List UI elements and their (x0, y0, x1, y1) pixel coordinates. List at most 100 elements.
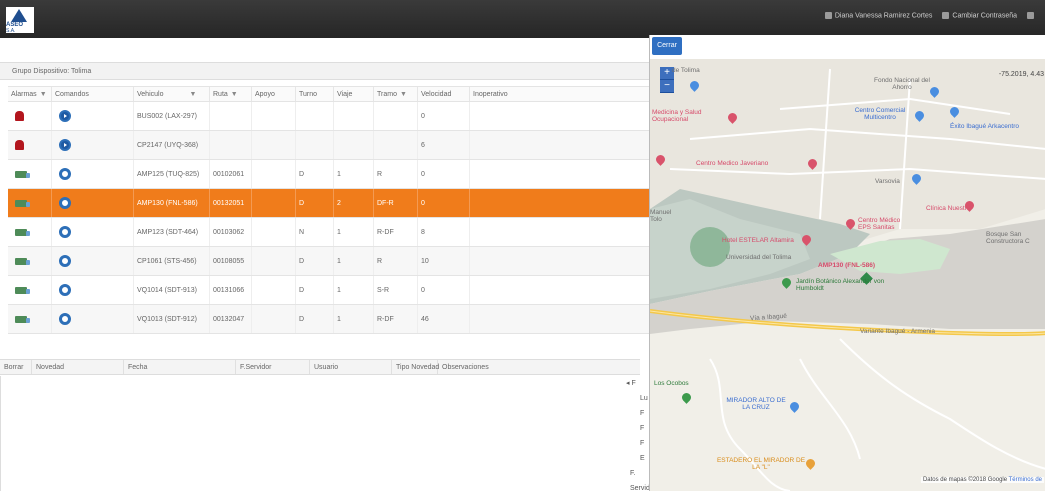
map-label: Centro Médico EPS Sanitas (858, 217, 901, 231)
support-cell (252, 102, 296, 130)
command-ring-icon[interactable] (59, 226, 71, 238)
map-attribution: Datos de mapas ©2018 Google Términos de (920, 477, 1044, 483)
support-cell (252, 189, 296, 217)
table-row[interactable]: AMP123 (SDT-464) 00103062 N 1 R-DF 8 (8, 218, 654, 247)
segment-cell: S-R (374, 276, 418, 304)
inoperative-cell (470, 218, 654, 246)
vehicle-cell: BUS002 (LAX-297) (134, 102, 210, 130)
col-delete[interactable]: Borrar (0, 360, 32, 374)
col-segment[interactable]: Tramo ▼ (374, 87, 418, 101)
col-route[interactable]: Ruta ▼ (210, 87, 252, 101)
alarm-bell-icon (15, 111, 24, 121)
command-cell (52, 131, 134, 159)
device-table-header: Alarmas ▼ Comandos Vehiculo ▼ Ruta ▼ Apoyo … (8, 86, 654, 102)
change-password-link[interactable]: Cambiar Contraseña (942, 12, 1017, 19)
map-view[interactable]: + − -75.2019, 4.43 de Tolima Fondo Nacio… (650, 59, 1045, 491)
trip-cell: 1 (334, 305, 374, 333)
table-row[interactable]: VQ1014 (SDT-913) 00131066 D 1 S-R 0 (8, 276, 654, 305)
map-label: Éxito Ibagué Arkacentro (950, 123, 1020, 130)
alarm-cell (8, 102, 52, 130)
filter-icon[interactable]: ▼ (189, 91, 196, 98)
map-modal: Cerrar + − -75.2019, 4.43 de Tolima Fond… (649, 35, 1045, 491)
close-button[interactable]: Cerrar (652, 37, 682, 55)
table-row[interactable]: AMP125 (TUQ-825) 00102061 D 1 R 0 (8, 160, 654, 189)
inoperative-cell (470, 305, 654, 333)
terms-link[interactable]: Términos de (1009, 477, 1042, 483)
route-cell (210, 102, 252, 130)
command-ring-icon[interactable] (59, 313, 71, 325)
map-label: Bosque San Constructora C (986, 231, 1030, 245)
vehicle-cell: CP2147 (UYQ-368) (134, 131, 210, 159)
col-trip[interactable]: Viaje (334, 87, 374, 101)
vehicle-cell: VQ1013 (SDT-912) (134, 305, 210, 333)
filter-icon[interactable]: ▼ (40, 91, 47, 98)
shift-cell (296, 131, 334, 159)
table-row[interactable]: CP2147 (UYQ-368) 6 (8, 131, 654, 160)
col-date[interactable]: Fecha (124, 360, 236, 374)
map-label: Medicina y Salud Ocupacional (652, 109, 702, 123)
shift-cell (296, 102, 334, 130)
user-icon (824, 12, 832, 19)
send-command-icon[interactable] (59, 110, 71, 122)
col-shift[interactable]: Turno (296, 87, 334, 101)
command-ring-icon[interactable] (59, 197, 71, 209)
truck-icon (15, 286, 30, 294)
trip-cell: 1 (334, 218, 374, 246)
group-title: Grupo Dispositivo: Tolima (0, 62, 660, 80)
shift-cell: D (296, 160, 334, 188)
col-event[interactable]: Novedad (32, 360, 124, 374)
command-ring-icon[interactable] (59, 255, 71, 267)
user-area: Diana Vanessa Ramirez Cortes Cambiar Con… (824, 12, 1037, 19)
route-cell: 00131066 (210, 276, 252, 304)
alarm-cell (8, 247, 52, 275)
col-user[interactable]: Usuario (310, 360, 392, 374)
col-event-type[interactable]: Tipo Novedad (392, 360, 439, 374)
col-observations[interactable]: Observaciones (438, 360, 640, 374)
app-root: ASEO S.A. Diana Vanessa Ramirez Cortes C… (0, 0, 1045, 491)
table-row[interactable]: CP1061 (STS-456) 00108055 D 1 R 10 (8, 247, 654, 276)
table-row[interactable]: BUS002 (LAX-297) 0 (8, 102, 654, 131)
route-cell (210, 131, 252, 159)
command-cell (52, 276, 134, 304)
command-ring-icon[interactable] (59, 284, 71, 296)
filter-icon[interactable]: ▼ (400, 91, 407, 98)
table-row[interactable]: AMP130 (FNL-586) 00132051 D 2 DF-R 0 (8, 189, 654, 218)
map-label: Fondo Nacional del Ahorro (873, 77, 930, 91)
col-vehicle[interactable]: Vehiculo ▼ (134, 87, 210, 101)
road-label: Variante Ibagué - Armenia (860, 328, 936, 335)
map-label: de Tolima (672, 67, 700, 74)
send-command-icon[interactable] (59, 139, 71, 151)
alarm-cell (8, 218, 52, 246)
speed-cell: 8 (418, 218, 470, 246)
col-support[interactable]: Apoyo (252, 87, 296, 101)
col-inoperative[interactable]: Inoperativo (470, 87, 654, 101)
table-row[interactable]: VQ1013 (SDT-912) 00132047 D 1 R-DF 46 (8, 305, 654, 334)
col-server-date[interactable]: F.Servidor (236, 360, 310, 374)
segment-cell: DF-R (374, 189, 418, 217)
support-cell (252, 218, 296, 246)
command-ring-icon[interactable] (59, 168, 71, 180)
shift-cell: N (296, 218, 334, 246)
collapse-arrow-icon[interactable]: ◂ (626, 380, 630, 387)
zoom-out-button[interactable]: − (660, 80, 674, 93)
speed-cell: 0 (418, 189, 470, 217)
map-label: Centro Comercial Multicentro (854, 107, 906, 121)
col-commands[interactable]: Comandos (52, 87, 134, 101)
shift-cell: D (296, 247, 334, 275)
alarm-cell (8, 276, 52, 304)
truck-icon (15, 170, 30, 178)
inoperative-cell (470, 276, 654, 304)
device-table-body: BUS002 (LAX-297) 0 CP2147 (UYQ-368) 6 AMP125… (8, 102, 654, 334)
settings-menu[interactable] (1027, 12, 1037, 19)
col-speed[interactable]: Velocidad (418, 87, 470, 101)
command-cell (52, 160, 134, 188)
trip-cell (334, 131, 374, 159)
vehicle-marker-label: AMP130 (FNL-586) (818, 262, 876, 269)
filter-icon[interactable]: ▼ (231, 91, 238, 98)
col-alarms[interactable]: Alarmas ▼ (8, 87, 52, 101)
user-menu[interactable]: Diana Vanessa Ramirez Cortes (824, 12, 932, 19)
alarm-cell (8, 305, 52, 333)
command-cell (52, 247, 134, 275)
trip-cell (334, 102, 374, 130)
truck-icon (15, 228, 30, 236)
